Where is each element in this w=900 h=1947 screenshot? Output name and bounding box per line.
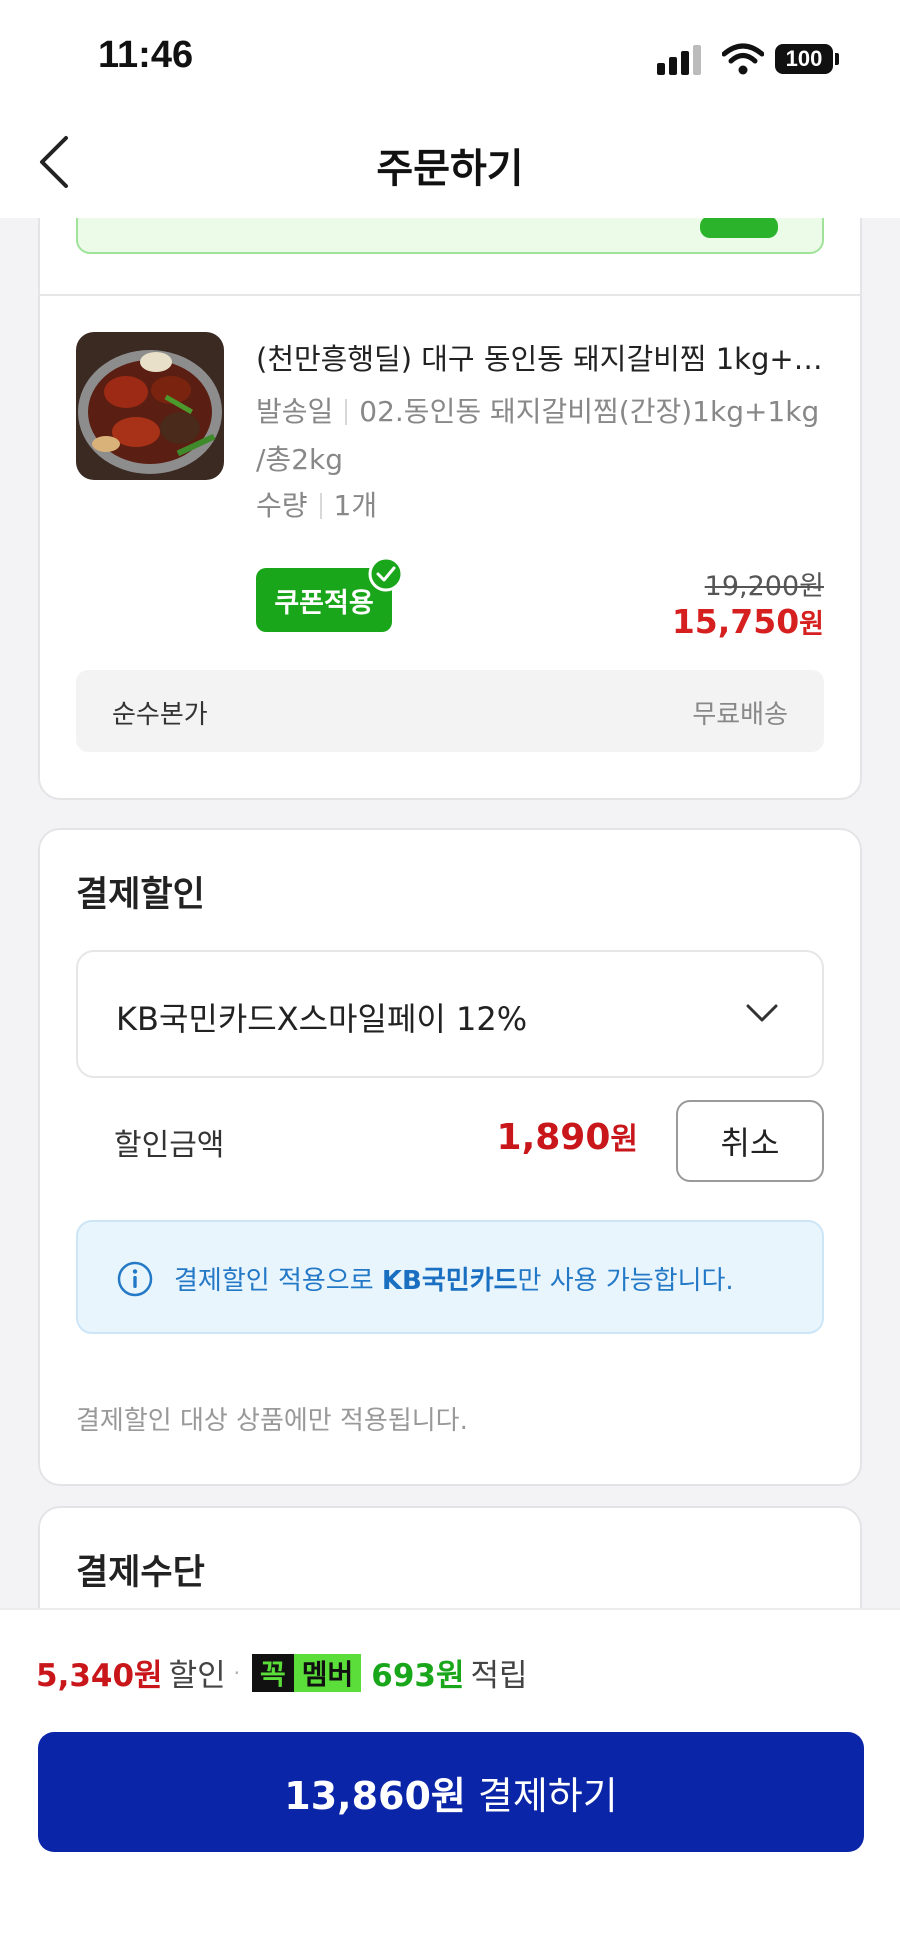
- sale-price: 15,750원: [672, 602, 824, 641]
- discount-label: 할인: [168, 1658, 226, 1694]
- discount-note: 결제할인 대상 상품에만 적용됩니다.: [76, 1406, 468, 1436]
- pay-label: 결제하기: [477, 1773, 618, 1818]
- braised-ribs-image: [76, 332, 224, 480]
- separator: [345, 399, 348, 425]
- points-amount: 693원: [371, 1658, 465, 1694]
- option-text-2: /총2kg: [256, 438, 343, 478]
- qty-line: 수량 1개: [256, 484, 377, 524]
- check-icon: [368, 556, 404, 592]
- member-badge: 꼭 멤버: [251, 1653, 362, 1692]
- info-text-pre: 결제할인 적용으로: [174, 1266, 382, 1296]
- sale-price-unit: 원: [799, 609, 824, 640]
- info-text-card: KB국민카드: [381, 1266, 518, 1296]
- cellular-signal-icon: [657, 43, 703, 75]
- info-text-post: 만 사용 가능합니다.: [517, 1266, 734, 1296]
- info-icon: [117, 1261, 153, 1297]
- discount-amount-value: 1,890: [496, 1117, 611, 1158]
- option-text: 02.동인동 돼지갈비찜(간장)1kg+1kg: [359, 395, 820, 428]
- qty-value: 1개: [333, 489, 378, 522]
- payment-method-title: 결제수단: [76, 1553, 205, 1593]
- card-restriction-info: 결제할인 적용으로 KB국민카드만 사용 가능합니다.: [76, 1220, 824, 1334]
- chevron-down-icon: [746, 1004, 778, 1022]
- discount-amount-unit: 원: [610, 1122, 638, 1157]
- shipping-fee: 무료배송: [692, 700, 788, 730]
- payment-discount-title: 결제할인: [76, 875, 205, 915]
- battery-level: 100: [785, 46, 823, 71]
- member-badge-m: 멤버: [293, 1653, 362, 1692]
- wifi-icon: [722, 43, 764, 75]
- battery-icon: 100: [775, 44, 833, 74]
- shipping-info-box: 순수본가 무료배송: [76, 670, 824, 752]
- divider: [38, 294, 862, 296]
- green-banner: [76, 218, 824, 254]
- card-discount-select[interactable]: KB국민카드X스마일페이 12%: [76, 950, 824, 1078]
- status-bar: 11:46 100: [0, 0, 900, 110]
- checkout-bar: 5,340원 할인 · 꼭 멤버 693원 적립 13,860원 결제하기: [0, 1608, 900, 1947]
- green-toggle[interactable]: [700, 218, 778, 238]
- member-badge-k: 꼭: [251, 1653, 294, 1692]
- separator-dot: ·: [233, 1660, 240, 1685]
- pay-button[interactable]: 13,860원 결제하기: [38, 1732, 864, 1852]
- original-price: 19,200원: [704, 571, 824, 602]
- cancel-discount-button[interactable]: 취소: [676, 1100, 824, 1182]
- discount-amount: 1,890원: [497, 1114, 638, 1158]
- ship-option-line: 발송일 02.동인동 돼지갈비찜(간장)1kg+1kg: [256, 390, 819, 430]
- points-label: 적립: [470, 1658, 528, 1694]
- status-time: 11:46: [98, 34, 194, 76]
- total-discount-amount: 5,340원: [36, 1658, 163, 1694]
- qty-label: 수량: [256, 489, 308, 522]
- product-title: (천만흥행딜) 대구 동인동 돼지갈비찜 1kg+1kg: [256, 342, 826, 376]
- product-thumbnail[interactable]: [76, 332, 224, 480]
- discount-amount-label: 할인금액: [114, 1128, 225, 1163]
- info-text: 결제할인 적용으로 KB국민카드만 사용 가능합니다.: [174, 1260, 734, 1297]
- seller-name: 순수본가: [112, 700, 208, 730]
- order-content[interactable]: (천만흥행딜) 대구 동인동 돼지갈비찜 1kg+1kg 발송일 02.동인동 돼…: [0, 218, 900, 1608]
- nav-bar: 주문하기: [0, 110, 900, 218]
- sale-price-value: 15,750: [671, 602, 800, 641]
- separator: [319, 493, 322, 519]
- selected-card-discount: KB국민카드X스마일페이 12%: [116, 1000, 528, 1038]
- battery-tip: [835, 53, 839, 65]
- pay-amount: 13,860원: [284, 1773, 466, 1818]
- savings-summary: 5,340원 할인 · 꼭 멤버 693원 적립: [36, 1650, 528, 1695]
- page-title: 주문하기: [376, 146, 524, 192]
- ship-date-label: 발송일: [256, 395, 334, 428]
- option-text-cont: /총2kg: [256, 443, 343, 476]
